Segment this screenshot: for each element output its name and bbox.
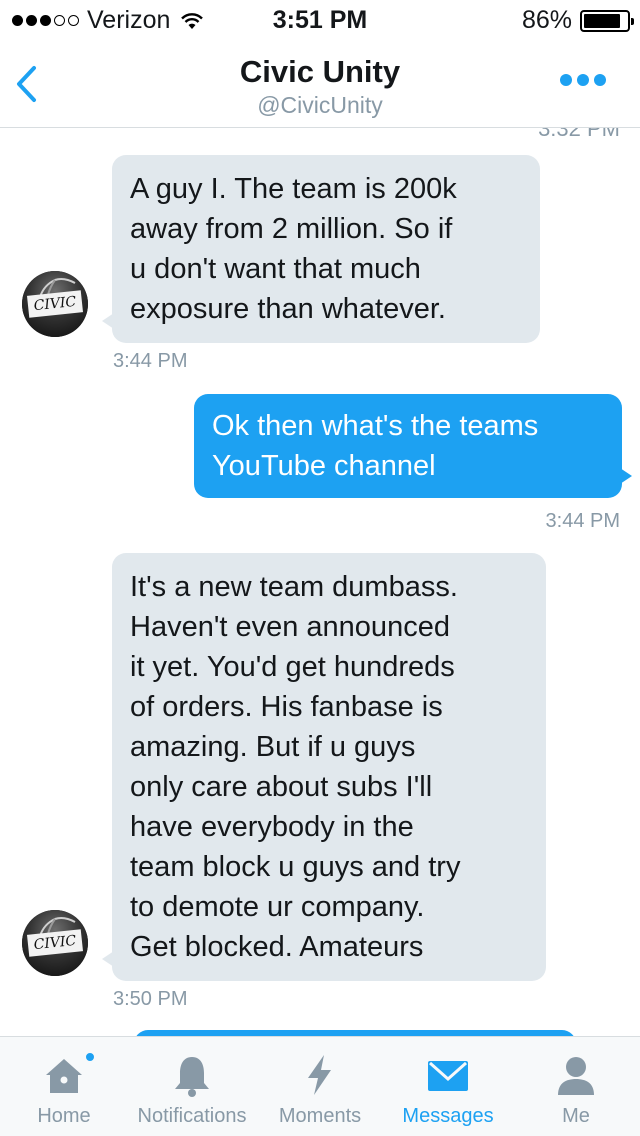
lightning-icon [308,1055,331,1095]
status-bar: Verizon 3:51 PM 86% [0,0,640,40]
incoming-message[interactable]: It's a new team dumbass. Haven't even an… [102,553,546,981]
conversation-header: Civic Unity @CivicUnity [0,40,640,128]
battery-icon [580,9,634,32]
message-timestamp: 3:44 PM [113,350,188,372]
incoming-message[interactable]: A guy I. The team is 200k away from 2 mi… [102,155,540,343]
person-icon [558,1057,594,1095]
tab-moments[interactable]: Moments [256,1037,384,1136]
message-text: Ok then what's the teams YouTube channel [212,410,539,482]
tab-messages[interactable]: Messages [384,1037,512,1136]
avatar[interactable]: CIVIC [22,910,88,976]
more-dots-icon [560,74,572,86]
more-options-button[interactable] [560,74,606,86]
home-icon [46,1059,82,1093]
battery-percent: 86% [521,6,572,34]
notification-badge [84,1051,96,1063]
avatar[interactable]: CIVIC [22,271,88,337]
conversation-title: Civic Unity [239,54,401,89]
tab-me[interactable]: Me [512,1037,640,1136]
message-timestamp: 3:32 PM [538,128,620,141]
message-timestamp: 3:50 PM [113,988,188,1010]
outgoing-message[interactable]: Ok then what's the teams YouTube channel [194,394,632,498]
message-text: A guy I. The team is 200k away from 2 mi… [130,173,457,325]
tab-notifications[interactable]: Notifications [128,1037,256,1136]
tab-label: Home [37,1105,91,1127]
conversation-handle: @CivicUnity [257,92,383,118]
message-thread[interactable]: 3:32 PM A guy I. The team is 200k away f… [0,128,640,1036]
tab-label: Me [562,1105,590,1127]
tab-label: Moments [278,1105,362,1127]
bell-icon [175,1057,209,1097]
message-timestamp: 3:44 PM [545,510,620,532]
tab-label: Messages [402,1105,494,1127]
envelope-icon [428,1061,468,1091]
message-text: It's a new team dumbass. Haven't even an… [130,571,461,963]
tab-home[interactable]: Home [0,1037,128,1136]
tab-bar: Home Notifications Moments Messages Me [0,1036,640,1136]
status-right: 86% [521,6,634,35]
tab-label: Notifications [137,1105,247,1127]
